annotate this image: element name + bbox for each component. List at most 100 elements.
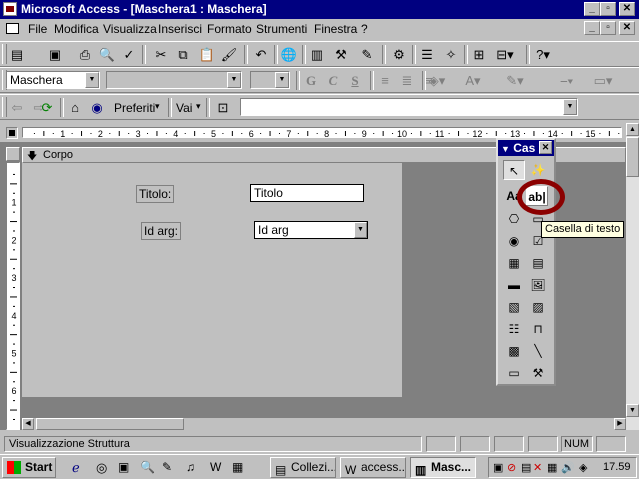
doc-close-button[interactable]: ✕ [619,21,635,35]
access-app-icon[interactable] [3,2,17,16]
database-window-icon[interactable]: ⊞ [468,45,490,64]
chevron-down-icon[interactable]: ▼ [85,72,99,88]
notepad-icon[interactable]: ✎ [162,460,172,474]
horizontal-scroll-thumb[interactable] [36,418,184,430]
chevron-down-icon[interactable]: ▼ [354,222,367,238]
option-group-tool[interactable]: ⎔ [503,209,525,229]
vertical-scrollbar[interactable]: ▲ ▼ [626,123,639,430]
document-icon[interactable] [6,23,19,34]
menu-inserisci[interactable]: Inserisci [158,22,202,36]
italic-button[interactable]: C [322,71,344,90]
option-button-tool[interactable]: ◉ [503,231,525,251]
scroll-up-icon[interactable]: ▲ [626,123,639,136]
clock[interactable]: 17.59 [603,461,631,473]
tab-control-tool[interactable]: ⊓ [527,319,549,339]
rectangle-tool[interactable]: ▭ [503,363,525,383]
menu-visualizza[interactable]: Visualizza [103,22,157,36]
search-web-icon[interactable]: ◉ [86,98,108,117]
chevron-down-icon[interactable]: ▼ [275,72,289,88]
section-selector[interactable] [6,147,20,161]
toolbox-icon[interactable]: ⚒ [330,45,352,64]
line-width-icon[interactable]: ⎯▾ [556,71,578,90]
idarg-label[interactable]: Id arg: [141,222,182,240]
paste-icon[interactable]: 📋 [196,45,218,64]
bound-object-tool[interactable]: ▨ [527,297,549,317]
tray-icon[interactable]: ◈ [579,461,587,474]
undo-icon[interactable]: ↶ [250,45,272,64]
home-icon[interactable]: ⌂ [64,98,86,117]
idarg-combobox[interactable]: Id arg ▼ [254,221,368,239]
menu-file[interactable]: File [28,22,47,36]
taskbar-button-collezi[interactable]: ▤ Collezi... [270,457,336,478]
autoformat-icon[interactable]: ✎ [356,45,378,64]
scroll-right-icon[interactable]: ▶ [614,418,626,430]
vertical-scroll-thumb[interactable] [626,137,639,177]
show-only-web-toolbar-icon[interactable]: ⊡ [212,98,234,117]
cut-icon[interactable]: ✂ [150,45,172,64]
volume-icon[interactable]: 🔊 [561,461,575,474]
spelling-icon[interactable]: ✓ [118,45,140,64]
window-titlebar[interactable]: Microsoft Access - [Maschera1 : Maschera… [0,0,639,19]
control-wizards-tool[interactable]: ✨ [527,160,549,180]
scroll-down-icon[interactable]: ▼ [626,404,639,417]
field-list-icon[interactable]: ▥ [306,45,328,64]
font-color-icon[interactable]: A▾ [462,71,484,90]
menu-strumenti[interactable]: Strumenti [256,22,307,36]
title-label[interactable]: Titolo: [136,185,175,203]
underline-button[interactable]: S [344,71,366,90]
tray-icon[interactable]: ▤ [521,461,531,474]
media-icon[interactable]: ♫ [186,460,195,474]
insert-hyperlink-icon[interactable]: 🌐 [278,45,300,64]
tray-icon[interactable]: ▦ [547,461,557,474]
bold-button[interactable]: G [300,71,322,90]
copy-icon[interactable]: ⧉ [172,45,194,64]
toolbox-close-button[interactable]: ✕ [539,141,552,154]
list-box-tool[interactable]: ▤ [527,253,549,273]
minimize-button[interactable]: _ [584,2,600,16]
outlook-icon[interactable]: ◎ [96,460,107,476]
taskbar-button-access[interactable]: W access... [340,457,406,478]
title-textbox[interactable]: Titolo [250,184,364,202]
properties-icon[interactable]: ☰ [416,45,438,64]
taskbar-button-maschera[interactable]: ▥ Masc... [410,457,476,478]
desktop-icon[interactable]: ▣ [118,460,129,474]
menu-finestra[interactable]: Finestra [314,22,357,36]
word-icon[interactable]: W [210,460,221,474]
more-controls-tool[interactable]: ⚒ [527,363,549,383]
toolbox-window[interactable]: ▼ Cas ✕ ↖ ✨ Aa ab| ⎔ ▭ ◉ ☑ ▦ ▤ ▬ 🖼 ▧ ▨ ☷… [496,138,556,386]
maximize-button[interactable]: ▫ [600,2,616,16]
special-effect-icon[interactable]: ▭▾ [592,71,614,90]
format-painter-icon[interactable]: 🖌 [218,45,240,64]
align-left-icon[interactable]: ≡ [374,71,396,90]
size-combo[interactable]: ▼ [250,71,290,89]
code-icon[interactable]: ⚙ [388,45,410,64]
explorer-icon[interactable]: 🔍 [140,460,155,474]
print-icon[interactable]: ⎙ [74,45,96,64]
command-button-tool[interactable]: ▬ [503,275,525,295]
start-button[interactable]: Start [2,457,56,478]
menu-help[interactable]: ? [361,22,368,36]
close-button[interactable]: ✕ [619,2,635,16]
favorites-menu[interactable]: Preferiti [114,101,155,115]
office-assistant-icon[interactable]: ?▾ [532,45,554,64]
select-objects-tool[interactable]: ↖ [503,160,525,180]
object-combo[interactable]: Maschera ▼ [6,71,100,89]
scroll-left-icon[interactable]: ◀ [22,418,34,430]
chevron-down-icon[interactable]: ▼ [227,72,241,88]
form-detail-section[interactable]: Titolo: Titolo Id arg: Id arg ▼ [22,163,402,397]
doc-minimize-button[interactable]: _ [584,21,600,35]
line-tool[interactable]: ╲ [527,341,549,361]
back-icon[interactable]: ⇦ [6,98,28,117]
save-icon[interactable]: ▣ [44,45,66,64]
toolbox-titlebar[interactable]: ▼ Cas ✕ [498,140,554,156]
tray-icon[interactable]: ▣ [493,461,503,474]
chevron-down-icon[interactable]: ▼ [563,99,577,115]
go-menu[interactable]: Vai [176,101,192,115]
refresh-icon[interactable]: ⟳ [36,98,58,117]
tray-icon[interactable]: ⊘ [507,461,516,474]
menu-arrow-icon[interactable]: ▼ [501,144,510,154]
vertical-ruler[interactable]: 1 2 3 4 5 6 [6,162,20,430]
address-combo[interactable]: ▼ [240,98,578,116]
font-combo[interactable]: ▼ [106,71,242,89]
unbound-object-tool[interactable]: ▧ [503,297,525,317]
